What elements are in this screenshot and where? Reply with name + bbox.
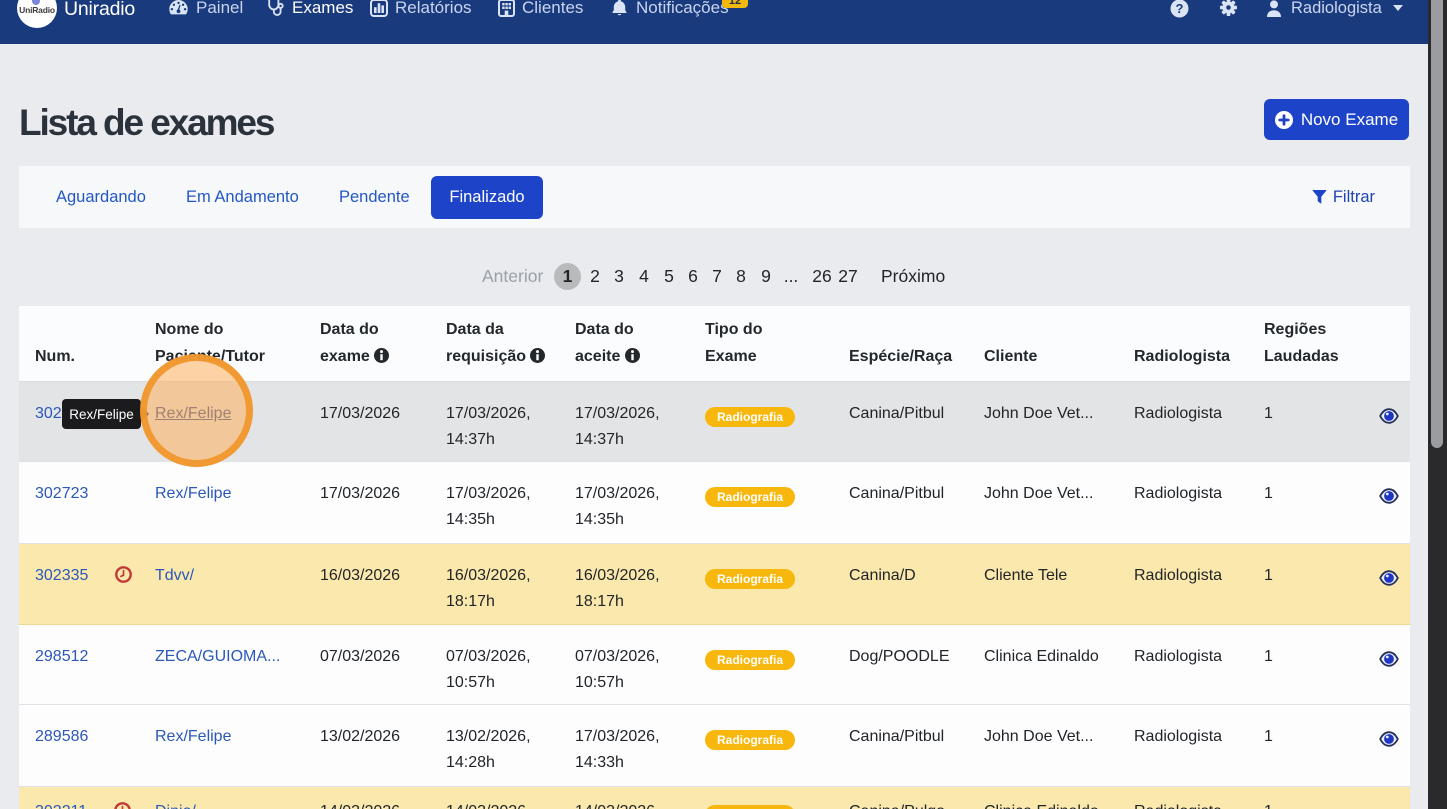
svg-text:?: ? [1176, 1, 1184, 16]
